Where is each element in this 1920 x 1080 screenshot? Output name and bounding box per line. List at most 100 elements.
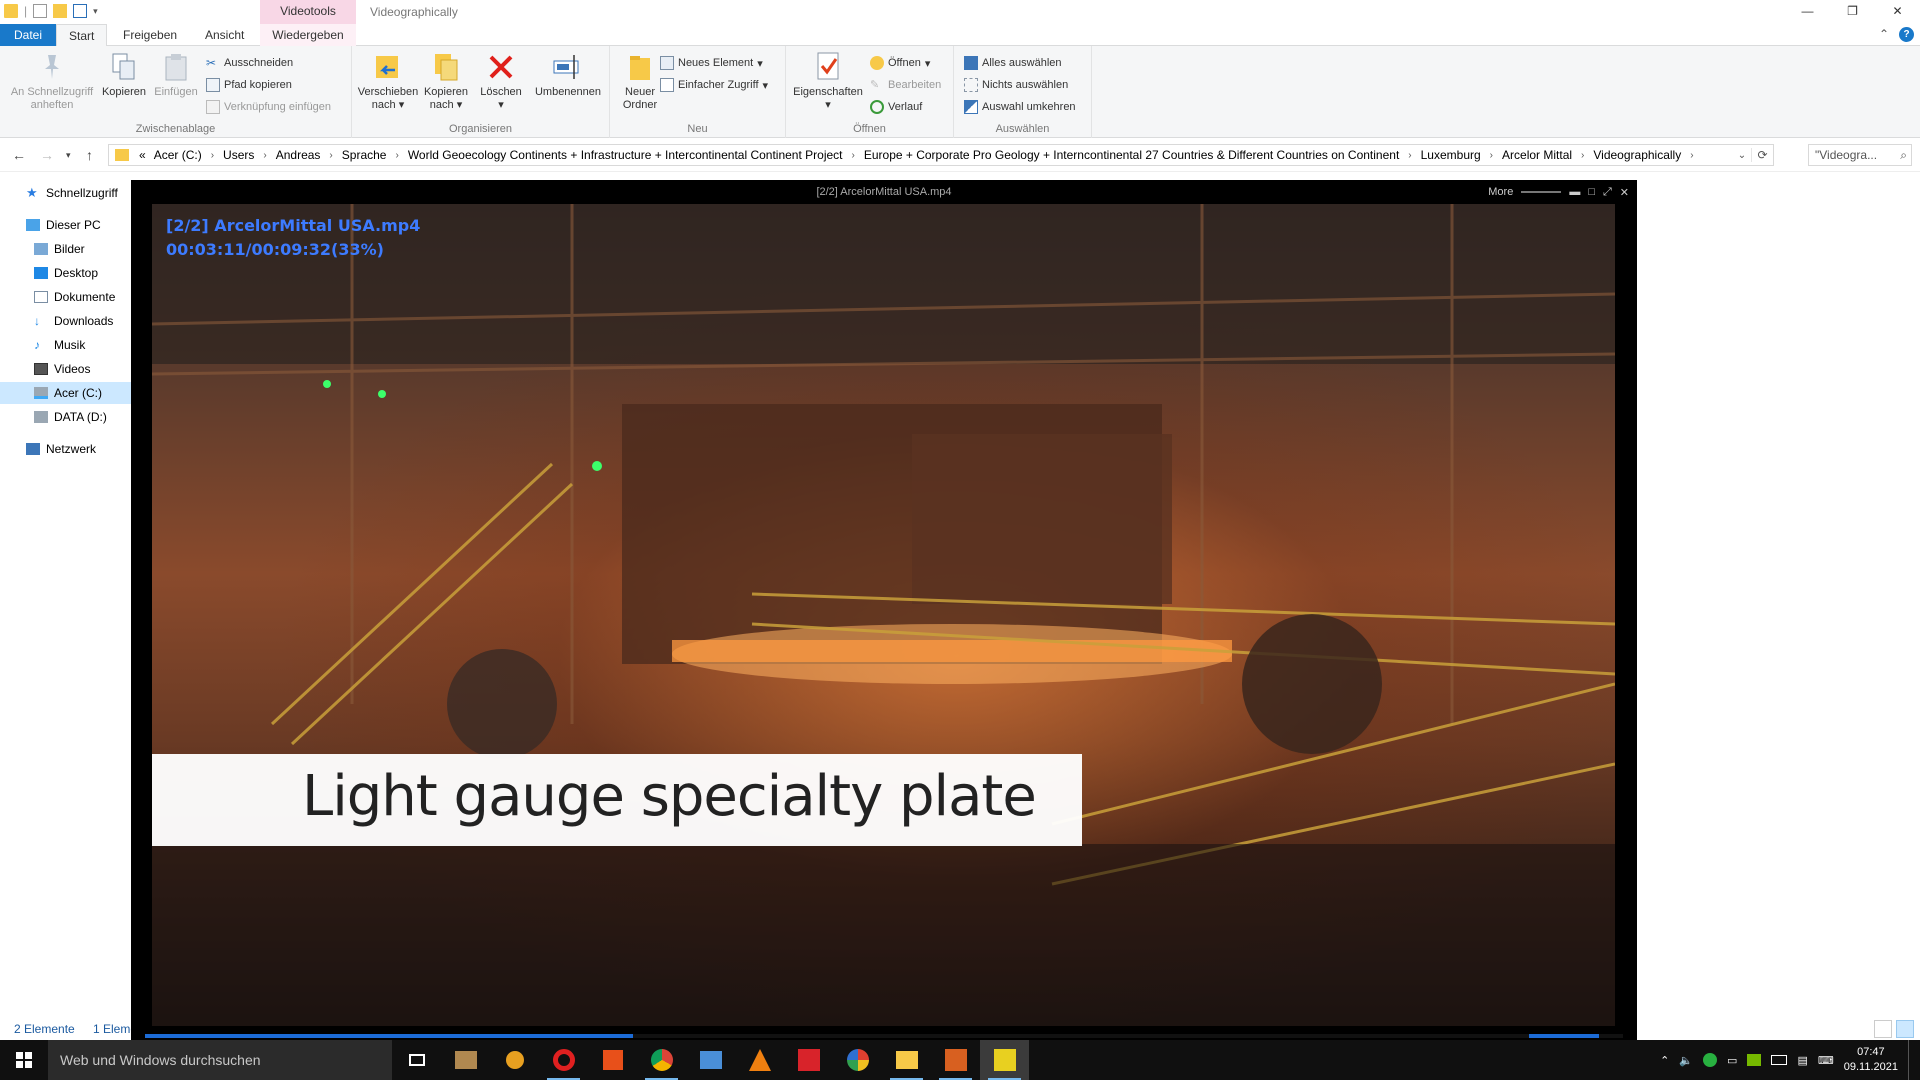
paint-app-icon[interactable] [490, 1040, 539, 1080]
properties-icon[interactable] [33, 4, 48, 18]
battery-icon[interactable] [1771, 1055, 1788, 1065]
image-viewer-app-icon[interactable] [686, 1040, 735, 1080]
breadcrumb-separator-icon[interactable]: › [324, 150, 337, 161]
large-icons-view-icon[interactable] [1896, 1020, 1914, 1038]
breadcrumb-item[interactable]: Acer (C:) [150, 148, 206, 162]
minimize-icon[interactable]: ▬ [1569, 186, 1580, 198]
photos-app-icon[interactable] [441, 1040, 490, 1080]
tray-chevron-icon[interactable]: ⌃ [1660, 1054, 1669, 1067]
pin-quick-access-button[interactable]: An Schnellzugriff anheften [6, 50, 98, 112]
tab-share[interactable]: Freigeben [111, 24, 189, 46]
close-button[interactable]: ✕ [1875, 0, 1920, 24]
nav-item-documents[interactable]: Dokumente [0, 286, 132, 308]
tab-view[interactable]: Ansicht [193, 24, 256, 46]
opera-app-icon[interactable] [539, 1040, 588, 1080]
chevron-down-icon[interactable]: ▾ [93, 6, 98, 17]
clock[interactable]: 07:47 09.11.2021 [1844, 1045, 1898, 1075]
edit-button[interactable]: ✎ Bearbeiten [870, 76, 941, 94]
breadcrumb-overflow[interactable]: « [135, 148, 150, 162]
select-none-button[interactable]: Nichts auswählen [964, 76, 1068, 94]
back-icon[interactable]: ← [12, 147, 26, 163]
security-icon[interactable] [1703, 1053, 1718, 1067]
nav-item-drive-c[interactable]: Acer (C:) [0, 382, 132, 404]
breadcrumb-separator-icon[interactable]: › [847, 150, 860, 161]
delete-button[interactable]: Löschen ▾ [476, 50, 526, 112]
nvidia-icon[interactable] [1747, 1054, 1762, 1066]
chrome-app-icon[interactable] [637, 1040, 686, 1080]
breadcrumb-separator-icon[interactable]: › [1576, 150, 1589, 161]
move-to-button[interactable]: Verschieben nach ▾ [356, 50, 420, 112]
breadcrumb-item[interactable]: World Geoecology Continents + Infrastruc… [404, 148, 847, 162]
more-button[interactable]: More [1488, 186, 1513, 198]
taskbar-search-input[interactable]: Web und Windows durchsuchen [48, 1040, 392, 1080]
breadcrumb-separator-icon[interactable]: › [206, 150, 219, 161]
file-explorer-app-icon[interactable] [882, 1040, 931, 1080]
vlc-app-icon[interactable] [735, 1040, 784, 1080]
nav-item-downloads[interactable]: ↓ Downloads [0, 310, 132, 332]
breadcrumb-separator-icon[interactable]: › [1403, 150, 1416, 161]
copy-path-button[interactable]: Pfad kopieren [206, 76, 292, 94]
new-item-button[interactable]: Neues Element ▾ [660, 54, 763, 72]
breadcrumb-separator-icon[interactable]: › [258, 150, 271, 161]
breadcrumb-separator-icon[interactable]: › [390, 150, 403, 161]
volume-slider[interactable] [1521, 191, 1562, 193]
nav-item-videos[interactable]: Videos [0, 358, 132, 380]
volume-icon[interactable]: 🔈 [1679, 1054, 1693, 1067]
tab-play[interactable]: Wiedergeben [260, 24, 356, 46]
show-desktop-button[interactable] [1908, 1040, 1912, 1080]
select-all-button[interactable]: Alles auswählen [964, 54, 1062, 72]
picasa-app-icon[interactable] [833, 1040, 882, 1080]
forward-icon[interactable]: → [40, 147, 54, 163]
new-folder-button[interactable]: Neuer Ordner [614, 50, 666, 112]
nav-item-drive-d[interactable]: DATA (D:) [0, 406, 132, 428]
paste-shortcut-button[interactable]: Verknüpfung einfügen [206, 98, 331, 116]
address-bar[interactable]: « Acer (C:) › Users › Andreas › Sprache › World … [108, 144, 1774, 166]
history-button[interactable]: Verlauf [870, 98, 922, 116]
rename-button[interactable]: Umbenennen [530, 50, 606, 99]
breadcrumb-separator-icon[interactable]: › [1685, 150, 1698, 161]
refresh-icon[interactable]: ⟳ [1751, 148, 1773, 162]
breadcrumb-item[interactable]: Videographically [1589, 148, 1685, 162]
nav-item-music[interactable]: ♪ Musik [0, 334, 132, 356]
video-frame[interactable]: [2/2] ArcelorMittal USA.mp4 00:03:11/00:… [152, 204, 1615, 1026]
copy-to-button[interactable]: Kopieren nach ▾ [420, 50, 472, 112]
search-input[interactable]: "Videogra... ⌕ [1808, 144, 1912, 166]
breadcrumb-item[interactable]: Europe + Corporate Pro Geology + Internc… [860, 148, 1403, 162]
up-icon[interactable]: ↑ [86, 147, 93, 163]
copy-button[interactable]: Kopieren [98, 50, 150, 99]
open-button[interactable]: Öffnen ▾ [870, 54, 930, 72]
seek-bar[interactable] [145, 1034, 1623, 1038]
breadcrumb-item[interactable]: Sprache [338, 148, 391, 162]
folder-icon[interactable] [4, 4, 18, 18]
recent-locations-icon[interactable]: ▾ [66, 150, 71, 161]
breadcrumb-item[interactable]: Andreas [272, 148, 325, 162]
chevron-down-icon[interactable]: ⌄ [1733, 150, 1751, 161]
close-icon[interactable]: ✕ [1620, 186, 1629, 199]
cut-button[interactable]: ✂ Ausschneiden [206, 54, 293, 72]
tab-start[interactable]: Start [56, 24, 108, 47]
restore-button[interactable]: ❐ [1830, 0, 1875, 24]
breadcrumb-item[interactable]: Luxemburg [1417, 148, 1485, 162]
nav-item-this-pc[interactable]: Dieser PC [0, 214, 132, 236]
breadcrumb-item[interactable]: Arcelor Mittal [1498, 148, 1576, 162]
invert-selection-button[interactable]: Auswahl umkehren [964, 98, 1076, 116]
tab-file[interactable]: Datei [0, 24, 56, 46]
notification-icon[interactable]: ▤ [1797, 1054, 1807, 1067]
start-button[interactable] [0, 1040, 48, 1080]
new-folder-icon[interactable] [53, 4, 68, 18]
collapse-ribbon-icon[interactable]: ⌃ [1879, 27, 1889, 42]
maximize-icon[interactable]: □ [1588, 186, 1595, 198]
easy-access-button[interactable]: Einfacher Zugriff ▾ [660, 76, 768, 94]
nav-item-quick-access[interactable]: ★ Schnellzugriff [0, 182, 132, 204]
fullscreen-icon[interactable]: ⤢ [1603, 186, 1612, 199]
nav-item-network[interactable]: Netzwerk [0, 438, 132, 460]
network-icon[interactable]: ▭ [1727, 1054, 1737, 1067]
rename-icon[interactable] [73, 4, 88, 18]
nav-item-pictures[interactable]: Bilder [0, 238, 132, 260]
keyboard-icon[interactable]: ⌨ [1818, 1054, 1834, 1067]
task-view-icon[interactable] [392, 1040, 441, 1080]
paste-button[interactable]: Einfügen [150, 50, 202, 99]
nav-item-desktop[interactable]: Desktop [0, 262, 132, 284]
breadcrumb-separator-icon[interactable]: › [1485, 150, 1498, 161]
properties-button[interactable]: Eigenschaften ▾ [790, 50, 866, 112]
